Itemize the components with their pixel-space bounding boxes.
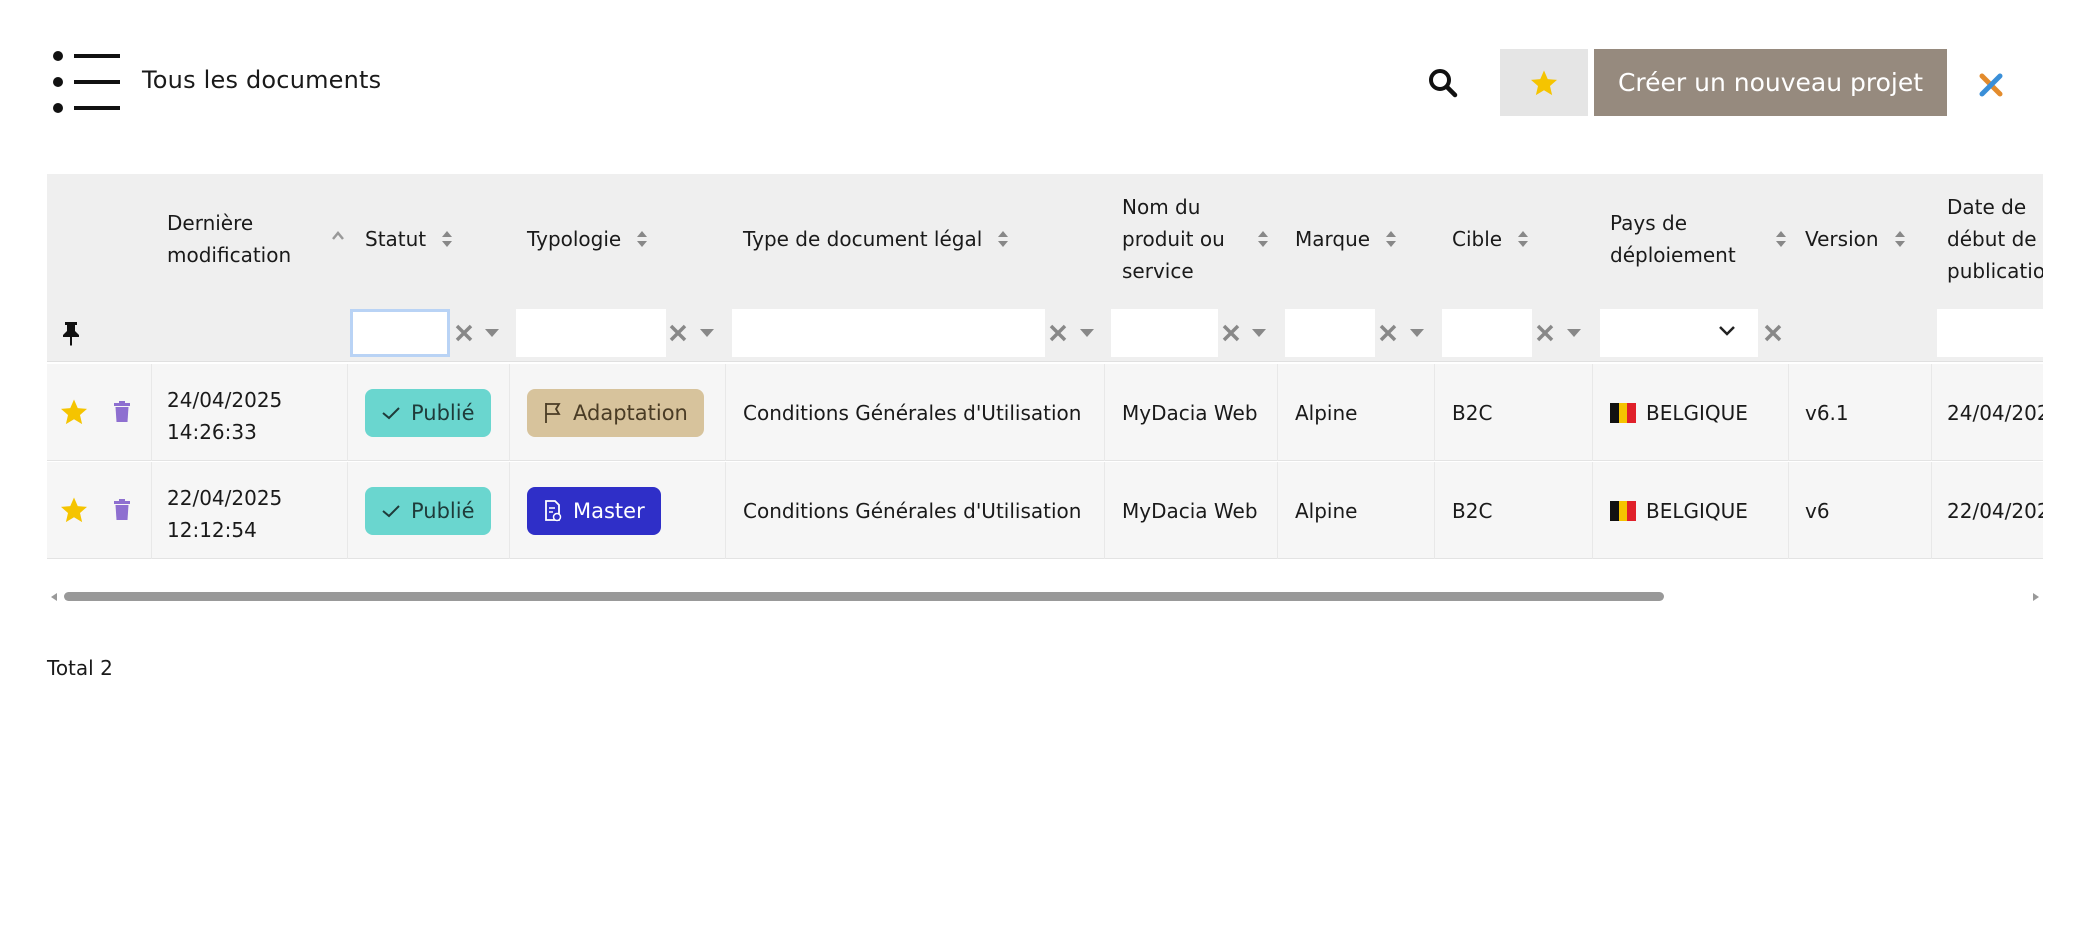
product-cell: MyDacia Web	[1122, 400, 1258, 425]
caret-down-icon[interactable]	[699, 328, 715, 338]
trash-icon[interactable]	[113, 401, 131, 423]
col-header-country[interactable]: Pays de déploiement	[1610, 174, 1800, 304]
clear-filter-icon[interactable]	[1377, 322, 1399, 344]
app-logo-icon	[1979, 73, 2003, 97]
doc-type-cell: Conditions Générales d'Utilisation	[743, 400, 1082, 425]
col-header-status[interactable]: Statut	[365, 174, 515, 304]
pub-start-filter-input[interactable]	[1937, 309, 2043, 357]
target-filter-input[interactable]	[1442, 309, 1532, 357]
typology-cell: Master	[527, 462, 661, 559]
col-header-target[interactable]: Cible	[1452, 174, 1602, 304]
col-header-last-modified[interactable]: Dernière modification	[167, 174, 357, 304]
table-row[interactable]: 22/04/2025 12:12:54 Publié Master Condit…	[47, 462, 2043, 559]
table-header-row: Dernière modification Statut Typologie T…	[47, 174, 2043, 304]
favorites-filter-button[interactable]	[1500, 49, 1588, 116]
status-filter-input[interactable]	[350, 309, 450, 357]
clear-filter-icon[interactable]	[453, 322, 475, 344]
typology-filter-input[interactable]	[516, 309, 666, 357]
clear-filter-icon[interactable]	[1762, 322, 1784, 344]
caret-down-icon[interactable]	[1079, 328, 1095, 338]
pin-icon[interactable]	[60, 320, 82, 346]
clear-filter-icon[interactable]	[1047, 322, 1069, 344]
col-header-product[interactable]: Nom du produit ou service	[1122, 174, 1287, 304]
star-icon	[1531, 70, 1557, 95]
country-cell: BELGIQUE	[1610, 462, 1748, 559]
trash-icon[interactable]	[113, 499, 131, 521]
scrollbar-thumb[interactable]	[64, 592, 1664, 601]
status-cell: Publié	[365, 364, 491, 461]
clear-filter-icon[interactable]	[667, 322, 689, 344]
star-icon[interactable]	[59, 397, 89, 427]
list-menu-icon[interactable]	[52, 50, 122, 114]
status-badge: Publié	[365, 388, 491, 437]
col-header-typology[interactable]: Typologie	[527, 174, 727, 304]
country-cell: BELGIQUE	[1610, 364, 1748, 461]
belgium-flag-icon	[1610, 500, 1637, 521]
belgium-flag-icon	[1610, 402, 1637, 423]
version-cell: v6	[1805, 498, 1830, 523]
sort-icon[interactable]	[1893, 228, 1907, 250]
page-header: Tous les documents Créer un nouveau proj…	[0, 0, 2080, 170]
brand-cell: Alpine	[1295, 400, 1358, 425]
status-badge: Publié	[365, 486, 491, 535]
col-header-version[interactable]: Version	[1805, 174, 1935, 304]
doc-type-cell: Conditions Générales d'Utilisation	[743, 498, 1082, 523]
last-modified-cell: 22/04/2025 12:12:54	[167, 486, 283, 542]
sort-icon[interactable]	[440, 228, 454, 250]
col-header-brand[interactable]: Marque	[1295, 174, 1445, 304]
sort-icon[interactable]	[1774, 228, 1788, 250]
star-icon[interactable]	[59, 495, 89, 525]
target-cell: B2C	[1452, 498, 1493, 523]
sort-icon[interactable]	[635, 228, 649, 250]
documents-table: Dernière modification Statut Typologie T…	[47, 174, 2043, 564]
pub-start-cell: 24/04/2025	[1947, 400, 2043, 425]
typology-badge: Master	[527, 486, 661, 535]
status-cell: Publié	[365, 462, 491, 559]
brand-cell: Alpine	[1295, 498, 1358, 523]
version-cell: v6.1	[1805, 400, 1849, 425]
sort-icon[interactable]	[1384, 228, 1398, 250]
pub-start-cell: 22/04/2025	[1947, 498, 2043, 523]
check-icon	[382, 406, 400, 419]
sort-icon[interactable]	[996, 228, 1010, 250]
horizontal-scrollbar[interactable]	[47, 590, 2043, 604]
caret-down-icon[interactable]	[1251, 328, 1267, 338]
table-row[interactable]: 24/04/2025 14:26:33 Publié Adaptation Co…	[47, 364, 2043, 461]
check-icon	[382, 504, 400, 517]
chevron-down-icon	[1719, 326, 1735, 336]
typology-badge: Adaptation	[527, 388, 704, 437]
product-filter-input[interactable]	[1111, 309, 1218, 357]
scroll-left-arrow-icon[interactable]	[49, 592, 59, 602]
search-icon[interactable]	[1422, 62, 1466, 106]
target-cell: B2C	[1452, 400, 1493, 425]
sort-icon[interactable]	[1516, 228, 1530, 250]
country-filter-select[interactable]	[1600, 309, 1758, 357]
create-project-button[interactable]: Créer un nouveau projet	[1594, 49, 1947, 116]
total-count: Total 2	[47, 656, 113, 680]
flag-icon	[545, 402, 561, 423]
caret-down-icon[interactable]	[484, 328, 500, 338]
sort-icon[interactable]	[1256, 228, 1270, 250]
scroll-right-arrow-icon[interactable]	[2031, 592, 2041, 602]
typology-cell: Adaptation	[527, 364, 704, 461]
document-settings-icon	[545, 499, 562, 521]
col-header-pub-start[interactable]: Date de début de publication	[1947, 174, 2043, 304]
doc-type-filter-input[interactable]	[732, 309, 1045, 357]
caret-down-icon[interactable]	[1409, 328, 1425, 338]
sort-ascending-icon[interactable]	[331, 228, 345, 250]
clear-filter-icon[interactable]	[1220, 322, 1242, 344]
last-modified-cell: 24/04/2025 14:26:33	[167, 388, 283, 444]
product-cell: MyDacia Web	[1122, 498, 1258, 523]
page-title: Tous les documents	[142, 66, 382, 94]
clear-filter-icon[interactable]	[1534, 322, 1556, 344]
caret-down-icon[interactable]	[1566, 328, 1582, 338]
brand-filter-input[interactable]	[1285, 309, 1375, 357]
col-header-legal-doc-type[interactable]: Type de document légal	[743, 174, 1103, 304]
